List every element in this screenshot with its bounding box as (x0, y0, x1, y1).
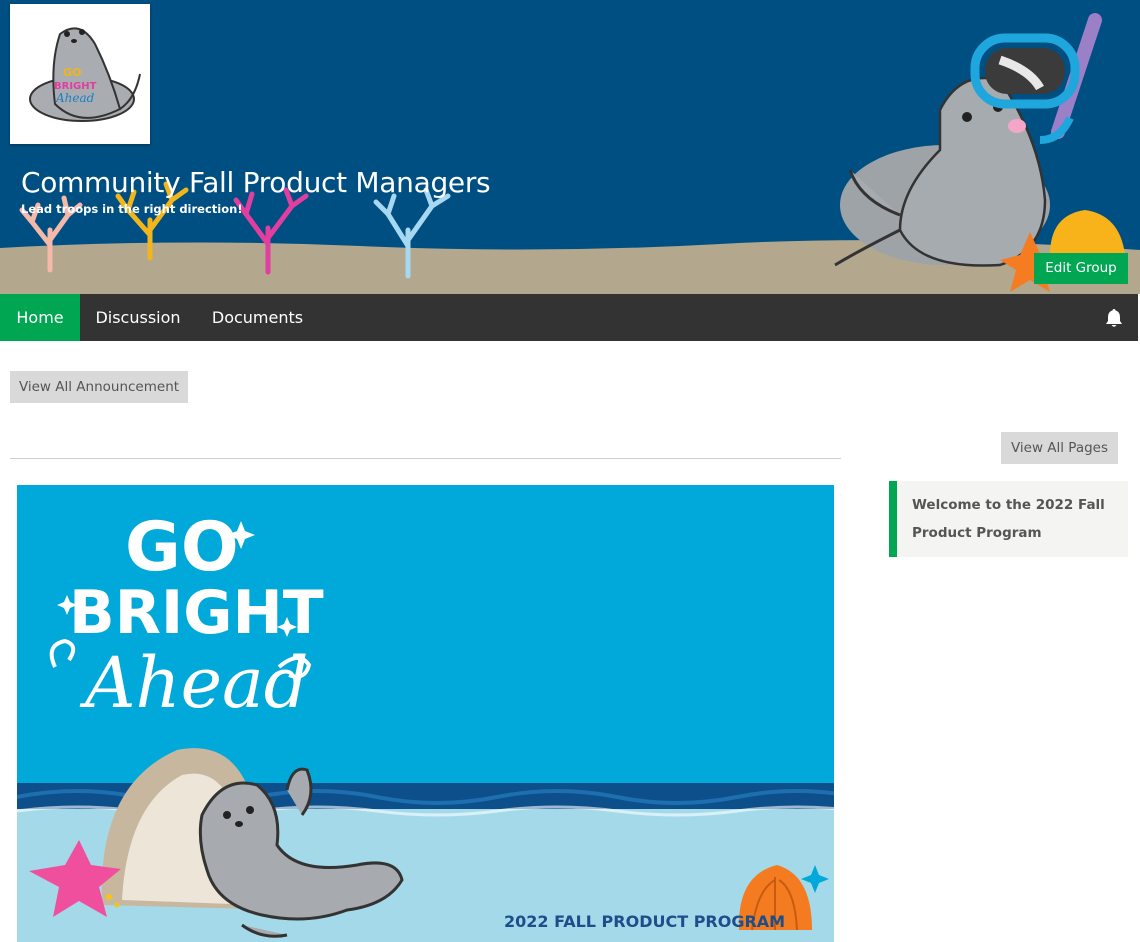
feature-headline-ahead: Ahead (79, 642, 309, 724)
nav-tab-documents[interactable]: Documents (196, 294, 319, 341)
view-all-pages-button[interactable]: View All Pages (1001, 432, 1118, 464)
feature-caption: 2022 FALL PRODUCT PROGRAM (504, 912, 785, 931)
nav-tab-home[interactable]: Home (0, 294, 80, 341)
group-logo[interactable]: GO BRIGHT Ahead (10, 4, 150, 144)
go-bright-ahead-artwork: GO BRIGHT Ahead 2022 FALL PRODUCT PROGRA… (17, 485, 834, 942)
seal-logo-image: GO BRIGHT Ahead (29, 27, 141, 122)
group-nav-bar: Home Discussion Documents (0, 294, 1138, 341)
feature-headline-go: GO (125, 508, 239, 587)
svg-text:Ahead: Ahead (55, 91, 95, 105)
group-tagline: Lead troops in the right direction! (21, 202, 243, 216)
nav-tab-discussion[interactable]: Discussion (80, 294, 196, 341)
svg-text:GO: GO (63, 66, 81, 79)
edit-group-button[interactable]: Edit Group (1034, 253, 1128, 284)
section-divider (10, 458, 841, 459)
group-banner: GO BRIGHT Ahead Community Fall Product M… (0, 0, 1140, 294)
banner-artwork (0, 13, 1140, 294)
group-title: Community Fall Product Managers (21, 166, 491, 199)
view-all-announcement-button[interactable]: View All Announcement (10, 371, 188, 403)
page-link[interactable]: Welcome to the 2022 Fall Product Program (912, 491, 1122, 547)
bell-icon[interactable] (1103, 307, 1125, 329)
page-list-item: Welcome to the 2022 Fall Product Program (889, 481, 1128, 557)
feature-image: GO BRIGHT Ahead 2022 FALL PRODUCT PROGRA… (17, 485, 834, 942)
feature-headline-bright: BRIGHT (69, 578, 324, 648)
